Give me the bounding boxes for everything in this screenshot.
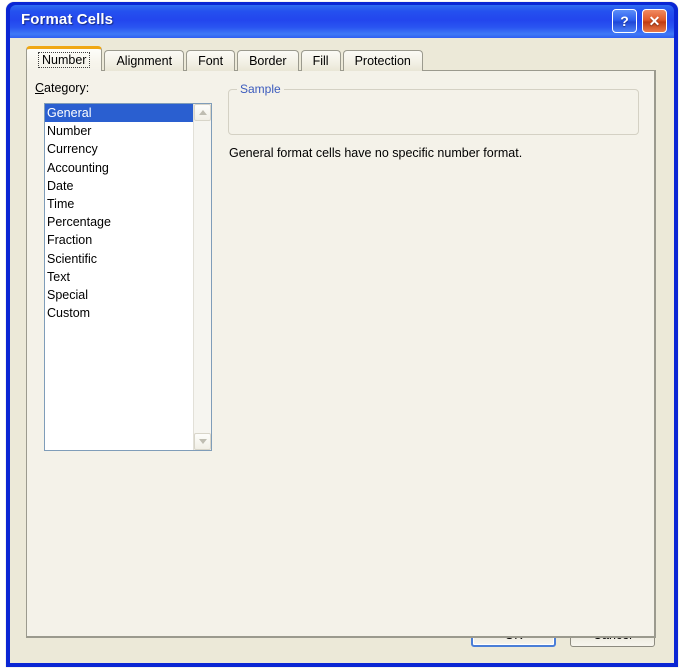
tab-protection-label: Protection: [354, 54, 411, 68]
tab-fill[interactable]: Fill: [300, 50, 341, 71]
tab-alignment-label: Alignment: [116, 54, 173, 68]
tab-border-label: Border: [249, 54, 287, 68]
category-label-accelerator: C: [35, 81, 45, 95]
tab-protection[interactable]: Protection: [342, 50, 423, 71]
tab-border[interactable]: Border: [237, 50, 299, 71]
list-item[interactable]: Currency: [45, 140, 193, 158]
help-button-glyph: ?: [620, 13, 629, 29]
format-description: General format cells have no specific nu…: [229, 146, 523, 160]
category-label-rest: ategory:: [44, 81, 90, 95]
tab-number[interactable]: Number: [26, 46, 103, 71]
format-cells-dialog: Format Cells ? ✕ Number Alignment Font B…: [6, 2, 678, 667]
category-listbox[interactable]: General Number Currency Accounting Date …: [44, 103, 212, 451]
tab-fill-label: Fill: [312, 54, 329, 68]
scroll-down-icon[interactable]: [194, 433, 211, 450]
list-item[interactable]: Custom: [45, 304, 193, 322]
sample-groupbox-label: Sample: [237, 82, 284, 96]
list-item[interactable]: General: [45, 104, 193, 123]
list-item[interactable]: Special: [45, 286, 193, 304]
list-item[interactable]: Accounting: [45, 159, 193, 177]
window-title: Format Cells: [21, 11, 114, 28]
help-icon[interactable]: ?: [612, 9, 637, 33]
list-item[interactable]: Scientific: [45, 250, 193, 268]
tab-alignment[interactable]: Alignment: [104, 50, 185, 71]
category-label: Category:: [35, 81, 89, 95]
list-item[interactable]: Fraction: [45, 231, 193, 249]
category-list: General Number Currency Accounting Date …: [45, 104, 193, 450]
list-item[interactable]: Time: [45, 195, 193, 213]
chevron-up-icon: [198, 110, 207, 115]
number-tab-panel: Category: General Number Currency Accoun…: [26, 70, 656, 638]
close-button-glyph: ✕: [648, 12, 661, 29]
category-list-scrollbar[interactable]: [193, 104, 211, 450]
list-item[interactable]: Percentage: [45, 213, 193, 231]
title-bar: Format Cells ? ✕: [10, 5, 674, 38]
close-icon[interactable]: ✕: [642, 9, 667, 33]
tab-font[interactable]: Font: [186, 50, 236, 71]
tab-font-label: Font: [198, 54, 224, 68]
chevron-down-icon: [198, 439, 207, 444]
tab-strip: Number Alignment Font Border Fill Protec…: [26, 46, 425, 71]
tab-number-label: Number: [38, 52, 91, 68]
scroll-up-icon[interactable]: [194, 104, 211, 121]
list-item[interactable]: Number: [45, 122, 193, 140]
list-item[interactable]: Date: [45, 177, 193, 195]
sample-groupbox: Sample: [228, 82, 639, 135]
list-item[interactable]: Text: [45, 268, 193, 286]
dialog-client-area: Number Alignment Font Border Fill Protec…: [10, 38, 674, 663]
